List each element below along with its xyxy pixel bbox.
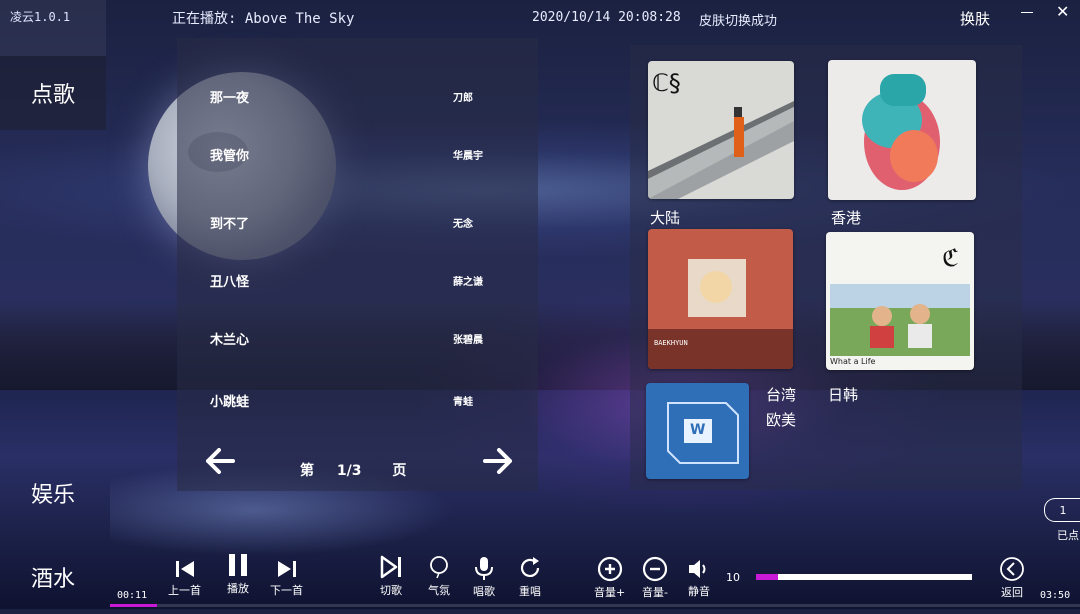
close-icon[interactable]: ✕ xyxy=(1056,2,1069,21)
song-title: 到不了 xyxy=(210,217,250,232)
nav-item-label: 酒水 xyxy=(30,567,75,592)
replay-icon xyxy=(520,557,540,577)
song-row[interactable]: 木兰心 张碧晨 xyxy=(177,324,538,354)
nav-item-label: 娱乐 xyxy=(30,483,75,508)
back-label: 返回 xyxy=(1001,586,1023,599)
pause-icon xyxy=(229,554,247,576)
category-label-japan-korea[interactable]: 日韩 xyxy=(828,384,858,405)
taiwan-album-cover[interactable]: BAEKHYUN xyxy=(648,229,793,369)
song-row[interactable]: 小跳蛙 青蛙 xyxy=(177,386,538,416)
nav-item-entertainment[interactable]: 娱乐 xyxy=(0,456,106,530)
status-message: 皮肤切换成功 xyxy=(699,14,778,29)
back-arrow-icon xyxy=(1000,557,1024,581)
mute-label: 静音 xyxy=(688,585,710,598)
song-artist: 张碧晨 xyxy=(453,335,483,346)
volume-value: 10 xyxy=(726,571,740,584)
song-artist: 青蛙 xyxy=(453,397,473,408)
volume-up-button[interactable]: 音量+ xyxy=(594,556,625,600)
volume-down-label: 音量- xyxy=(642,586,668,599)
song-title: 我管你 xyxy=(210,149,250,164)
volume-slider-fill xyxy=(756,574,778,580)
song-artist: 薛之谦 xyxy=(453,277,483,288)
song-title: 那一夜 xyxy=(210,91,250,106)
hongkong-album-cover[interactable] xyxy=(828,60,976,200)
plus-circle-icon xyxy=(597,556,622,582)
now-playing-text: 正在播放: Above The Sky xyxy=(172,11,355,27)
queue-label: 已点 xyxy=(1057,529,1079,542)
replay-label: 重唱 xyxy=(519,585,541,598)
play-pause-button[interactable]: 播放 xyxy=(226,552,250,596)
speaker-icon xyxy=(689,560,706,578)
ambience-label: 气氛 xyxy=(428,584,450,597)
previous-page-arrow-icon[interactable] xyxy=(205,448,235,478)
category-label-western[interactable]: 欧美 xyxy=(766,409,796,430)
page-indicator: 第 1/3 页 xyxy=(300,460,406,480)
skip-next-icon xyxy=(277,561,296,577)
svg-text:ℭ: ℭ xyxy=(942,244,959,272)
song-artist: 无念 xyxy=(453,219,473,230)
page-number: 1/3 xyxy=(336,463,362,479)
queue-count-badge[interactable]: 1 xyxy=(1044,498,1080,522)
change-skin-button[interactable]: 换肤 xyxy=(960,8,990,29)
song-row[interactable]: 丑八怪 薛之谦 xyxy=(177,266,538,296)
song-artist: 华晨宇 xyxy=(453,151,483,162)
japan-korea-album-cover[interactable]: ℭ What a Life xyxy=(826,232,974,370)
song-title: 小跳蛙 xyxy=(210,395,250,410)
song-title: 丑八怪 xyxy=(210,275,250,290)
song-row[interactable]: 那一夜 刀郎 xyxy=(177,82,538,112)
page-suffix: 页 xyxy=(392,463,407,479)
category-label-mainland[interactable]: 大陆 xyxy=(650,207,680,228)
mainland-album-cover[interactable]: ℂ§ xyxy=(648,61,794,199)
minus-circle-icon xyxy=(642,556,668,582)
sing-label: 唱歌 xyxy=(473,585,495,598)
category-panel: ℂ§ 大陆 香港 BAEKHYUN 台湾 ℭ What a Life 日韩 W … xyxy=(630,45,1022,490)
nav-item-drinks[interactable]: 酒水 xyxy=(0,540,106,614)
cut-song-icon xyxy=(380,555,401,579)
cut-song-button[interactable]: 切歌 xyxy=(378,554,404,598)
category-label-hongkong[interactable]: 香港 xyxy=(831,207,861,228)
previous-track-label: 上一首 xyxy=(168,584,201,597)
volume-up-label: 音量+ xyxy=(594,586,626,599)
song-row[interactable]: 我管你 华晨宇 xyxy=(177,140,538,170)
replay-button[interactable]: 重唱 xyxy=(517,555,543,599)
next-page-arrow-icon[interactable] xyxy=(483,448,513,478)
album-cover-text: W xyxy=(690,422,706,438)
back-button[interactable]: 返回 xyxy=(999,556,1025,600)
microphone-icon xyxy=(475,557,493,580)
skip-previous-icon xyxy=(175,561,194,577)
minimize-icon[interactable] xyxy=(1020,4,1034,18)
duration-time: 03:50 xyxy=(1040,590,1071,601)
album-cover-text: BAEKHYUN xyxy=(654,339,688,347)
sing-button[interactable]: 唱歌 xyxy=(472,555,496,599)
song-artist: 刀郎 xyxy=(453,93,473,104)
volume-down-button[interactable]: 音量- xyxy=(642,556,668,600)
elapsed-time: 00:11 xyxy=(117,590,148,601)
balloon-icon xyxy=(430,556,448,579)
song-title: 木兰心 xyxy=(210,333,250,348)
album-cover-caption: What a Life xyxy=(830,357,876,366)
category-label-taiwan[interactable]: 台湾 xyxy=(766,384,796,405)
album-cover-text: What a Life xyxy=(830,357,970,366)
svg-text:ℂ§: ℂ§ xyxy=(652,69,681,97)
nav-item-label: 点歌 xyxy=(30,83,75,108)
page-prefix: 第 xyxy=(300,463,314,479)
cut-song-label: 切歌 xyxy=(380,584,402,597)
western-album-cover[interactable]: W xyxy=(646,383,749,479)
play-label: 播放 xyxy=(227,582,249,595)
song-row[interactable]: 到不了 无念 xyxy=(177,208,538,238)
nav-item-song-request[interactable]: 点歌 xyxy=(0,56,106,130)
next-track-button[interactable]: 下一首 xyxy=(270,558,303,598)
next-track-label: 下一首 xyxy=(270,584,303,597)
mute-button[interactable]: 静音 xyxy=(686,557,712,599)
ambience-button[interactable]: 气氛 xyxy=(427,556,451,598)
app-title: 凌云1.0.1 xyxy=(10,10,71,24)
previous-track-button[interactable]: 上一首 xyxy=(168,558,201,598)
playback-progress-fill xyxy=(110,604,157,607)
volume-slider[interactable] xyxy=(756,574,972,580)
datetime-text: 2020/10/14 20:08:28 xyxy=(532,10,681,25)
song-list-panel: 那一夜 刀郎 我管你 华晨宇 到不了 无念 丑八怪 薛之谦 木兰心 张碧晨 小跳… xyxy=(177,38,538,491)
playback-progress-bar[interactable] xyxy=(110,604,1080,607)
